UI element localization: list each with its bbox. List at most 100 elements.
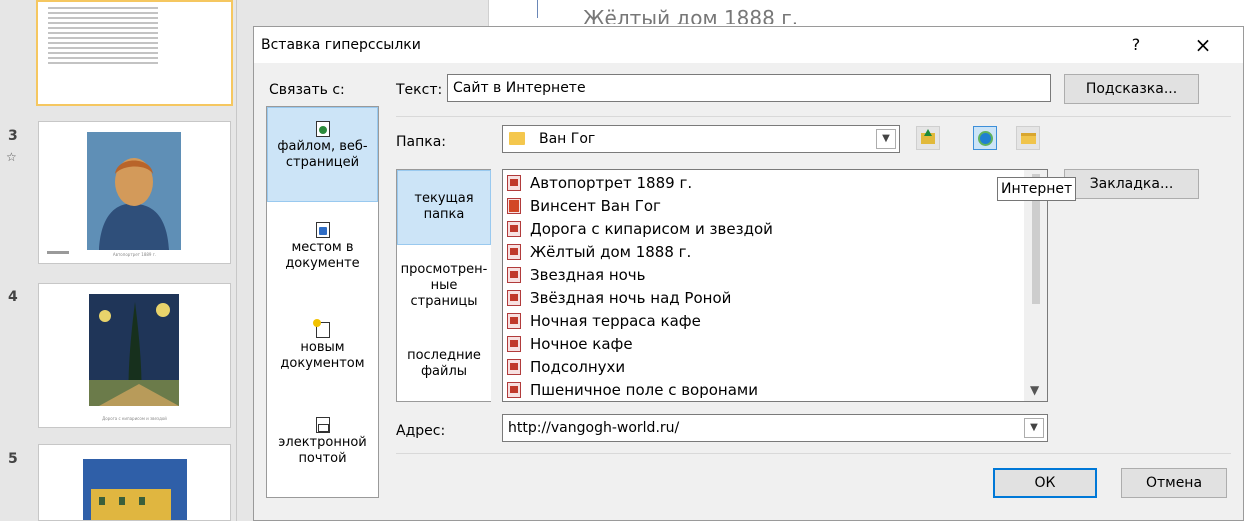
slide-thumbnail[interactable]: Автопортрет 1889 г. <box>38 121 231 264</box>
look-in-label: просмотрен-ные страницы <box>400 262 488 309</box>
file-name: Автопортрет 1889 г. <box>530 174 693 192</box>
separator <box>396 116 1231 117</box>
look-in-panel: текущая папка просмотрен-ные страницы по… <box>396 169 491 402</box>
help-button[interactable]: ? <box>1124 33 1148 57</box>
image-file-icon <box>507 267 521 283</box>
list-item[interactable]: Винсент Ван Гог <box>507 195 661 218</box>
folder-up-icon <box>921 129 935 144</box>
chevron-down-icon[interactable]: ▼ <box>1024 418 1044 438</box>
file-list[interactable]: Автопортрет 1889 г. Винсент Ван Гог Доро… <box>502 169 1048 402</box>
file-name: Пшеничное поле с воронами <box>530 381 758 399</box>
slide-number: 5 <box>8 451 18 467</box>
link-to-panel: файлом, веб-страницей местом в документе… <box>266 106 379 498</box>
internet-tooltip: Интернет <box>997 177 1077 201</box>
link-to-label: Связать с: <box>269 82 345 98</box>
image-file-icon <box>507 221 521 237</box>
email-icon <box>315 417 330 433</box>
text-cursor <box>537 0 538 18</box>
list-item[interactable]: Жёлтый дом 1888 г. <box>507 241 691 264</box>
animation-star-icon: ☆ <box>6 150 17 164</box>
link-to-email[interactable]: электронной почтой <box>267 417 378 492</box>
folder-label: Папка: <box>396 134 447 150</box>
cypress-road-image <box>89 294 179 406</box>
folder-combobox[interactable]: Ван Гог ▼ <box>502 125 900 153</box>
place-in-document-icon <box>315 222 330 238</box>
dialog-title: Вставка гиперссылки <box>261 37 421 53</box>
look-in-label: последние файлы <box>407 348 481 379</box>
slide-number: 3 <box>8 128 18 144</box>
file-web-icon <box>315 121 330 137</box>
up-one-folder-button[interactable] <box>916 126 940 150</box>
address-combobox[interactable]: http://vangogh-world.ru/ ▼ <box>502 414 1048 442</box>
look-in-current-folder[interactable]: текущая папка <box>397 170 491 245</box>
file-name: Винсент Ван Гог <box>530 197 661 215</box>
file-name: Жёлтый дом 1888 г. <box>530 243 692 261</box>
cancel-button[interactable]: Отмена <box>1121 468 1227 498</box>
open-folder-icon <box>1021 133 1036 144</box>
bookmark-button[interactable]: Закладка... <box>1064 169 1199 199</box>
powerpoint-file-icon <box>507 198 521 214</box>
slide-thumbnail[interactable] <box>36 0 233 106</box>
web-globe-icon <box>978 131 993 146</box>
chevron-down-icon[interactable]: ▼ <box>1030 383 1039 397</box>
image-file-icon <box>507 175 521 191</box>
list-item[interactable]: Автопортрет 1889 г. <box>507 172 692 195</box>
list-item[interactable]: Ночная терраса кафе <box>507 310 701 333</box>
list-item[interactable]: Ночное кафе <box>507 333 633 356</box>
address-label: Адрес: <box>396 423 446 439</box>
list-item[interactable]: Пшеничное поле с воронами <box>507 379 758 401</box>
browse-file-button[interactable] <box>1016 126 1040 150</box>
slide-thumbnail[interactable] <box>38 444 231 521</box>
look-in-recent-files[interactable]: последние файлы <box>397 348 491 393</box>
chevron-down-icon[interactable]: ▼ <box>876 129 896 149</box>
image-file-icon <box>507 290 521 306</box>
text-to-display-value: Сайт в Интернете <box>453 80 586 96</box>
close-button[interactable]: × <box>1190 33 1216 57</box>
folder-icon <box>509 132 525 145</box>
slide-caption: Дорога с кипарисом и звездой <box>102 416 167 421</box>
list-item[interactable]: Подсолнухи <box>507 356 625 379</box>
text-label: Текст: <box>396 82 443 98</box>
self-portrait-image <box>87 132 181 250</box>
ok-button[interactable]: ОК <box>993 468 1097 498</box>
slide-editor: Жёлтый дом 1888 г. <box>488 0 1244 26</box>
link-to-file-web-page[interactable]: файлом, веб-страницей <box>267 107 378 202</box>
file-name: Подсолнухи <box>530 358 626 376</box>
image-file-icon <box>507 313 521 329</box>
look-in-browsed-pages[interactable]: просмотрен-ные страницы <box>397 262 491 322</box>
look-in-label: текущая папка <box>414 191 474 222</box>
link-to-item-label: электронной почтой <box>278 435 367 466</box>
browse-web-button[interactable] <box>973 126 997 150</box>
list-item[interactable]: Звёздная ночь над Роной <box>507 287 731 310</box>
list-item[interactable]: Звездная ночь <box>507 264 646 287</box>
image-file-icon <box>507 359 521 375</box>
folder-value: Ван Гог <box>539 131 596 147</box>
file-name: Звёздная ночь над Роной <box>530 289 732 307</box>
slide-thumbnail-pane: 3 ☆ Автопортрет 1889 г. 4 Дорога с кипар… <box>0 0 252 521</box>
link-to-item-label: местом в документе <box>285 240 360 271</box>
link-to-new-document[interactable]: новым документом <box>267 319 378 397</box>
link-to-item-label: файлом, веб-страницей <box>277 139 368 170</box>
new-document-icon <box>312 319 330 338</box>
address-value: http://vangogh-world.ru/ <box>508 420 680 436</box>
insert-hyperlink-dialog: Вставка гиперссылки ? × Связать с: файло… <box>253 26 1244 521</box>
link-to-place-in-document[interactable]: местом в документе <box>267 222 378 297</box>
slide-number: 4 <box>8 289 18 305</box>
file-list-scrollbar[interactable]: ▼ <box>1024 170 1047 401</box>
link-to-item-label: новым документом <box>280 340 365 371</box>
dialog-titlebar: Вставка гиперссылки ? × <box>254 27 1243 63</box>
list-item[interactable]: Дорога с кипарисом и звездой <box>507 218 773 241</box>
file-name: Ночное кафе <box>530 335 633 353</box>
slide-thumbnail[interactable]: Дорога с кипарисом и звездой <box>38 283 231 428</box>
file-name: Ночная терраса кафе <box>530 312 701 330</box>
separator <box>396 453 1231 454</box>
image-file-icon <box>507 382 521 398</box>
screentip-button[interactable]: Подсказка... <box>1064 74 1199 104</box>
file-name: Дорога с кипарисом и звездой <box>530 220 773 238</box>
yellow-house-image <box>83 459 187 520</box>
file-name: Звездная ночь <box>530 266 646 284</box>
image-file-icon <box>507 244 521 260</box>
image-file-icon <box>507 336 521 352</box>
text-to-display-input[interactable]: Сайт в Интернете <box>447 74 1051 102</box>
slide-caption: Автопортрет 1889 г. <box>112 252 157 257</box>
